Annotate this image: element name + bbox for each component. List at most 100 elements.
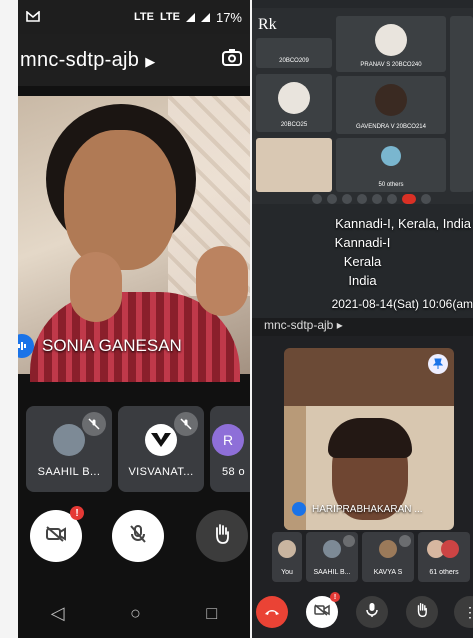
meet-call-screen-2: mnc-sdtp-ajb ▸ HARIPRABHAKARAN ... You S… bbox=[252, 318, 473, 638]
speaker-name-row: SONIA GANESAN bbox=[18, 330, 182, 362]
avatar bbox=[381, 146, 401, 166]
participant-name: SAAHIL B... bbox=[37, 466, 101, 478]
more-options-button[interactable]: ⋮ bbox=[454, 596, 473, 628]
participant-name: You bbox=[281, 569, 293, 576]
avatar bbox=[145, 424, 177, 456]
avatar bbox=[278, 540, 296, 558]
camera-off-icon bbox=[314, 603, 330, 621]
others-tile[interactable]: 61 others bbox=[418, 532, 470, 582]
avatar bbox=[53, 424, 85, 456]
laptop-toolbar bbox=[312, 192, 462, 206]
signal-icon-2 bbox=[200, 12, 210, 22]
laptop-tile: PRANAV S 20BCO240 bbox=[336, 16, 446, 72]
participant-tile[interactable]: KAVYA S bbox=[362, 532, 414, 582]
participant-tile[interactable]: SAAHIL B... bbox=[26, 406, 112, 492]
phone-hangup-icon bbox=[264, 603, 280, 621]
laptop-tile: 20BCO25 bbox=[256, 74, 332, 132]
alert-badge: ! bbox=[330, 592, 340, 602]
toolbar-button-icon bbox=[312, 194, 322, 204]
laptop-tile: GAVENDRA V 20BCO214 bbox=[336, 76, 446, 134]
pinned-participant-video[interactable]: HARIPRABHAKARAN ... bbox=[284, 348, 454, 530]
pin-icon[interactable] bbox=[428, 354, 448, 374]
meet-call-screen: LTE LTE 17% mnc-sdtp-ajb ▶ SONIA GANESAN bbox=[18, 0, 250, 638]
mic-off-icon bbox=[174, 412, 198, 436]
mic-off-icon bbox=[128, 524, 148, 549]
mic-off-icon bbox=[82, 412, 106, 436]
geo-line-1: Kannadi-I, Kerala, India bbox=[335, 216, 471, 231]
chevron-right-icon: ▶ bbox=[145, 53, 156, 69]
battery-level: 17% bbox=[215, 9, 242, 25]
mic-off-icon bbox=[343, 535, 355, 547]
toolbar-button-icon bbox=[342, 194, 352, 204]
avatar bbox=[323, 540, 341, 558]
laptop-tile: 20BCO209 bbox=[256, 38, 332, 68]
laptop-tile-caption: PRANAV S 20BCO240 bbox=[360, 62, 422, 68]
participant-tile[interactable]: SAAHIL B... bbox=[306, 532, 358, 582]
network-label-1: LTE bbox=[134, 11, 154, 23]
pinned-participant-name: HARIPRABHAKARAN ... bbox=[312, 503, 423, 515]
others-tile[interactable]: R 58 o bbox=[210, 406, 250, 492]
laptop-meet-photo: Rk 20BCO209 PRANAV S 20BCO240 20BCO25 GA… bbox=[252, 0, 473, 318]
call-controls: ! bbox=[18, 502, 250, 572]
meeting-code[interactable]: mnc-sdtp-ajb ▶ bbox=[20, 49, 156, 72]
end-call-button[interactable] bbox=[256, 596, 288, 628]
participant-strip: You SAAHIL B... KAVYA S 61 others bbox=[272, 532, 473, 584]
mic-toggle-button[interactable] bbox=[112, 510, 164, 562]
back-nav-icon[interactable]: ◁ bbox=[51, 603, 65, 624]
pinned-name-row: HARIPRABHAKARAN ... bbox=[292, 502, 423, 516]
meeting-header: mnc-sdtp-ajb ▶ bbox=[18, 34, 250, 86]
speaker-hand-right bbox=[196, 246, 248, 316]
meeting-code-text: mnc-sdtp-ajb bbox=[20, 48, 140, 71]
geo-line-2: Kannadi-I bbox=[334, 235, 391, 250]
participant-hair bbox=[328, 418, 412, 458]
geo-line-3: Kerala bbox=[343, 254, 382, 269]
meeting-header-2: mnc-sdtp-ajb ▸ bbox=[252, 318, 473, 336]
toolbar-button-icon bbox=[327, 194, 337, 204]
call-controls-2: ! ⋮ bbox=[252, 592, 473, 632]
raise-hand-button[interactable] bbox=[196, 510, 248, 562]
more-vert-icon: ⋮ bbox=[463, 603, 473, 620]
participant-tile[interactable]: VISVANAT... bbox=[118, 406, 204, 492]
geo-line-4: India bbox=[348, 273, 377, 288]
android-nav-bar: ◁ ○ □ bbox=[18, 588, 250, 638]
network-indicators: LTE LTE 17% bbox=[134, 10, 242, 25]
speaker-face bbox=[64, 130, 176, 270]
toolbar-button-icon bbox=[387, 194, 397, 204]
toolbar-button-icon bbox=[421, 194, 431, 204]
camera-toggle-button[interactable]: ! bbox=[306, 592, 340, 628]
participant-tile[interactable]: You bbox=[272, 532, 302, 582]
avatar bbox=[441, 540, 459, 558]
speaking-indicator-icon bbox=[292, 502, 306, 516]
speaker-name: SONIA GANESAN bbox=[42, 336, 182, 355]
laptop-tile-caption: 50 others bbox=[378, 182, 404, 188]
raise-hand-icon bbox=[212, 523, 232, 550]
camera-off-icon bbox=[45, 525, 67, 548]
participant-name: SAAHIL B... bbox=[313, 569, 351, 576]
others-count: 58 o bbox=[222, 466, 246, 478]
alert-badge: ! bbox=[70, 506, 84, 520]
speaking-indicator-icon bbox=[18, 334, 34, 358]
home-nav-icon[interactable]: ○ bbox=[130, 603, 141, 624]
others-count: 61 others bbox=[429, 569, 459, 576]
laptop-tile-caption: GAVENDRA V 20BCO214 bbox=[356, 124, 426, 130]
status-bar: LTE LTE 17% bbox=[18, 0, 250, 34]
avatar bbox=[278, 82, 310, 114]
camera-toggle-button[interactable]: ! bbox=[30, 506, 84, 562]
network-label-2: LTE bbox=[160, 11, 180, 23]
logo: Rk bbox=[258, 16, 277, 33]
laptop-tile: 50 others bbox=[336, 138, 446, 192]
participant-name: VISVANAT... bbox=[128, 466, 194, 478]
laptop-tile bbox=[450, 16, 473, 192]
mic-toggle-button[interactable] bbox=[356, 596, 388, 628]
laptop-tile-caption: 20BCO25 bbox=[280, 122, 308, 128]
recents-nav-icon[interactable]: □ bbox=[206, 603, 217, 624]
gmail-icon bbox=[26, 9, 40, 25]
participant-tiles: SAAHIL B... VISVANAT... R 58 o bbox=[18, 406, 250, 494]
participant-name: KAVYA S bbox=[373, 569, 403, 576]
switch-camera-icon[interactable] bbox=[220, 46, 244, 75]
end-call-icon bbox=[402, 194, 416, 204]
raise-hand-button[interactable] bbox=[406, 596, 438, 628]
avatar: R bbox=[212, 424, 244, 456]
laptop-participant-grid: Rk 20BCO209 PRANAV S 20BCO240 20BCO25 GA… bbox=[252, 8, 473, 204]
laptop-tile bbox=[256, 138, 332, 192]
